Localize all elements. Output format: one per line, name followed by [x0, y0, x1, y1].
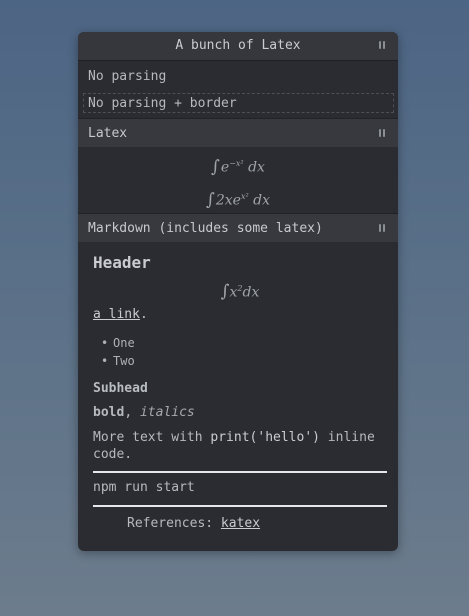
- references-line: References: katex: [127, 516, 261, 531]
- katex-link[interactable]: katex: [221, 516, 260, 531]
- latex-panel: A bunch of Latex No parsing No parsing +…: [78, 32, 398, 551]
- no-parsing-border-row: No parsing + border: [83, 93, 394, 113]
- divider: [93, 505, 387, 507]
- list-item: Two: [101, 352, 387, 370]
- code-block: npm run start: [93, 480, 195, 495]
- panel-titlebar[interactable]: A bunch of Latex: [78, 32, 398, 61]
- markdown-link-line: a link.: [93, 307, 148, 322]
- latex-equation-2: ∫2xex² dx: [206, 189, 270, 210]
- latex-collapse-icon[interactable]: [379, 129, 386, 138]
- list-item: One: [101, 334, 387, 352]
- latex-section-label: Latex: [88, 126, 128, 141]
- markdown-header: Header: [93, 253, 151, 272]
- latex-section-body: ∫e−x² dx ∫2xex² dx: [78, 147, 398, 213]
- panel-title: A bunch of Latex: [175, 38, 301, 53]
- no-parsing-row: No parsing: [88, 69, 167, 84]
- inline-code: print('hello'): [210, 430, 320, 445]
- latex-equation-1: ∫e−x² dx: [211, 156, 265, 177]
- markdown-section-label: Markdown (includes some latex): [88, 221, 323, 236]
- markdown-paragraph: More text with print('hello') inline cod…: [93, 430, 375, 462]
- collapse-icon[interactable]: [379, 41, 386, 50]
- markdown-equation: ∫x2dx: [220, 281, 260, 302]
- markdown-section-header[interactable]: Markdown (includes some latex): [78, 213, 398, 242]
- markdown-collapse-icon[interactable]: [379, 224, 386, 233]
- markdown-list: One Two: [93, 334, 387, 370]
- markdown-emphasis-line: bold, italics: [93, 405, 195, 420]
- latex-section-header[interactable]: Latex: [78, 118, 398, 147]
- markdown-subhead: Subhead: [93, 381, 148, 396]
- markdown-link[interactable]: a link: [93, 307, 140, 322]
- markdown-section-body: Header ∫x2dx a link. One Two Subhead bol…: [78, 242, 398, 531]
